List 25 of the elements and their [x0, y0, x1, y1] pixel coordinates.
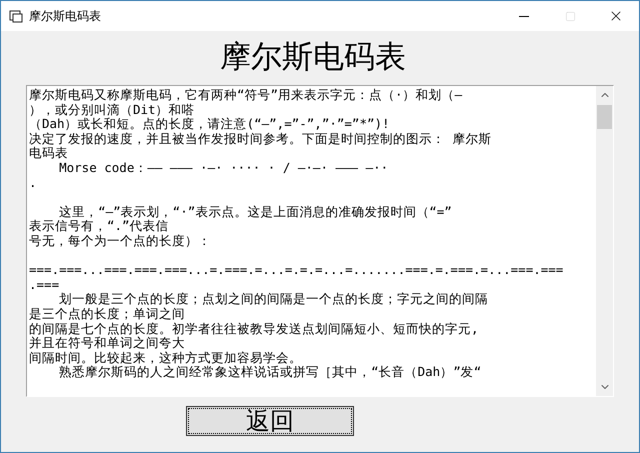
text-line: 并且在符号和单词之间夸大 — [29, 336, 185, 351]
text-line: 的间隔是七个点的长度。初学者往往被教导发送点划间隔短小、短而快的字元, — [29, 322, 479, 336]
text-line: 表示信号有，“.”代表信 — [29, 219, 169, 234]
text-line: 电码表 — [29, 146, 68, 161]
text-line: 决定了发报的速度，并且被当作发报时间参考。下面是时间控制的图示： 摩尔斯 — [29, 132, 492, 146]
text-line: ），或分别叫滴（Dit）和嗒 — [29, 102, 195, 118]
back-button[interactable]: 返回 — [186, 406, 354, 436]
text-line: 这里，“—”表示划，“·”表示点。这是上面消息的准确发报时间（“=” — [58, 204, 452, 220]
app-icon — [9, 9, 23, 23]
text-line: 间隔时间。比较起来，这种方式更加容易学会。 — [29, 350, 302, 366]
text-line: （Dah）或长和短。点的长度，请注意(“—”,=”-”,”·”=”*”)! — [29, 117, 390, 132]
text-line: 摩尔斯电码又称摩斯电码，它有两种“符号”用来表示字元：点（·）和划（— — [29, 88, 462, 103]
text-line: .=== — [29, 278, 60, 292]
text-line: . — [29, 176, 37, 190]
scrollbar-thumb[interactable] — [597, 105, 612, 129]
text-line: 号无，每个为一个点的长度）： — [29, 234, 211, 249]
window-title: 摩尔斯电码表 — [29, 8, 101, 25]
text-line: 划一般是三个点的长度；点划之间的间隔是一个点的长度；字元之间的间隔 — [58, 292, 488, 307]
text-line: Morse code：—— ——— ·—· ···· · / —·—· ——— —·· — [58, 160, 388, 176]
maximize-icon — [564, 10, 576, 22]
page-heading: 摩尔斯电码表 — [220, 38, 406, 77]
text-line: 熟悉摩尔斯码的人之间经常象这样说话或拼写［其中，“长音（Dah）”发“ — [58, 365, 482, 380]
text-line: 是三个点的长度；单词之间 — [29, 306, 185, 322]
scrollbar[interactable] — [596, 86, 613, 396]
text-line: ===.===...===.===.===...=.===.=...=.=.=...=.......===.=.===.=...===.=== — [29, 263, 564, 278]
